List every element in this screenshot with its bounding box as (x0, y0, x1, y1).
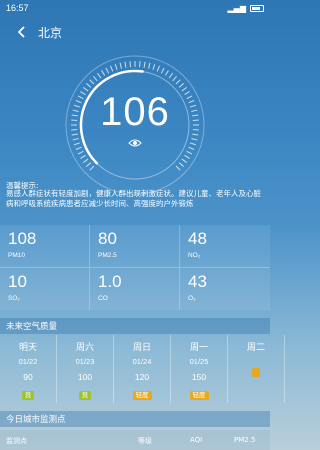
gauge-tick (93, 76, 98, 82)
gauge-tick (89, 79, 95, 85)
column-header-aqi: AQI (190, 436, 203, 444)
back-arrow-icon[interactable] (14, 25, 28, 39)
gauge-tick (148, 62, 151, 69)
pollutant-grid: 108 PM10 80 PM2.5 48 NO₂ 10 SO₂ 1.0 CO 4… (0, 225, 270, 310)
pollutant-value: 80 (98, 229, 117, 248)
forecast-weekday: 周二 (246, 343, 265, 353)
forecast-aqi: 100 (77, 372, 93, 382)
pollutant-value: 10 (8, 271, 27, 291)
pollutant-name: NO₂ (188, 252, 201, 259)
forecast-date: 01/22 (18, 357, 38, 366)
gauge-tick (73, 142, 80, 146)
column-header-level: 等级 (138, 437, 152, 445)
pollutant-name: PM2.5 (98, 252, 117, 259)
status-icons: ▂▄▆ (228, 4, 264, 13)
forecast-day[interactable]: 明天 01/22 90 良 (0, 335, 57, 403)
forecast-day[interactable]: 周六 01/23 100 良 (57, 335, 114, 403)
aqi-value: 106 (100, 90, 170, 134)
pollutant-name: O₃ (188, 294, 196, 302)
forecast-weekday: 周一 (189, 343, 208, 353)
pollutant-pm25: 80 PM2.5 (90, 225, 180, 268)
pollutant-name: PM10 (8, 252, 25, 259)
forecast-level-badge (251, 368, 261, 377)
gauge-tick (119, 62, 122, 69)
status-time: 16:57 (6, 3, 29, 13)
city-name[interactable]: 北京 (38, 24, 62, 41)
pollutant-value: 108 (8, 229, 37, 248)
forecast-title: 未来空气质量 (0, 318, 270, 334)
gauge-tick (160, 67, 165, 74)
gauge-tick (156, 65, 160, 72)
battery-icon (250, 4, 264, 12)
gauge-tick (181, 158, 188, 164)
forecast-weekday: 明天 (18, 343, 37, 353)
gauge-tick (96, 72, 102, 79)
forecast-date: 01/25 (189, 357, 209, 366)
gauge-tick (172, 76, 177, 82)
gauge-tick (114, 63, 118, 70)
forecast-day[interactable]: 周一 01/25 150 轻度 (171, 335, 228, 403)
gauge-tick (89, 165, 95, 171)
status-bar: 16:57 ▂▄▆ (0, 0, 270, 16)
tip-text: 易感人群症状有轻度加剧，健康人群出现刺激症状。建议儿童、老年人及心脏病和呼吸系统… (6, 189, 261, 208)
forecast-date: 01/23 (75, 357, 95, 366)
forecast-level-badge: 良 (78, 391, 92, 400)
pollutant-value: 48 (188, 229, 207, 248)
forecast-list[interactable]: 明天 01/22 90 良 周六 01/23 100 良 周日 01/24 12… (0, 335, 290, 403)
gauge-tick (82, 158, 89, 164)
app-header: 北京 (0, 20, 270, 44)
stations-title: 今日城市监测点 (0, 411, 270, 427)
pollutant-no2: 48 NO₂ (180, 225, 270, 268)
forecast-aqi: 150 (191, 372, 207, 382)
eye-icon[interactable] (128, 138, 142, 148)
pollutant-name: CO (98, 294, 108, 302)
gauge-tick (101, 70, 106, 76)
pollutant-value: 1.0 (98, 271, 122, 291)
pollutant-so2: 10 SO₂ (0, 267, 90, 310)
gauge-tick (175, 165, 181, 171)
gauge-tick (143, 61, 146, 68)
gauge-tick (186, 150, 193, 155)
column-header-station: 监测点 (6, 437, 27, 445)
gauge-tick (184, 154, 190, 159)
gauge-tick (72, 138, 79, 141)
gauge-tick (80, 154, 86, 159)
gauge-tick (105, 67, 110, 74)
gauge-tick (175, 79, 181, 85)
gauge-tick (188, 146, 195, 150)
gauge-tick (77, 150, 84, 155)
gauge-tick (86, 83, 92, 88)
gauge-tick (164, 70, 169, 76)
gauge-tick (110, 65, 114, 72)
signal-icon: ▂▄▆ (227, 3, 246, 13)
gauge-tick (178, 162, 184, 167)
gauge-tick (124, 61, 127, 68)
column-header-pm25: PM2.5 (234, 436, 256, 444)
forecast-day[interactable]: 周日 01/24 120 轻度 (114, 335, 171, 403)
gauge-tick (190, 142, 197, 146)
forecast-aqi: 120 (134, 372, 150, 382)
forecast-day[interactable]: 周二 (228, 335, 285, 403)
forecast-level-badge: 轻度 (189, 391, 209, 400)
forecast-level-badge: 轻度 (132, 391, 152, 400)
gauge-tick (75, 146, 82, 150)
gauge-tick (168, 72, 174, 79)
pollutant-pm10: 108 PM10 (0, 225, 90, 268)
forecast-weekday: 周日 (132, 343, 151, 353)
gauge-tick (152, 63, 156, 70)
station-table-header: 监测点 等级 AQI PM2.5 (0, 430, 270, 450)
pollutant-o3: 43 O₃ (180, 268, 270, 311)
forecast-level-badge: 良 (21, 391, 35, 400)
gauge-tick (86, 162, 92, 167)
forecast-date: 01/24 (132, 357, 152, 366)
forecast-aqi: 90 (23, 372, 33, 382)
gauge-tick (178, 83, 184, 88)
pollutant-name: SO₂ (8, 294, 20, 302)
pollutant-co: 1.0 CO (90, 267, 180, 310)
forecast-weekday: 周六 (75, 343, 94, 353)
gauge-tick (191, 138, 198, 141)
pollutant-value: 43 (188, 271, 207, 291)
